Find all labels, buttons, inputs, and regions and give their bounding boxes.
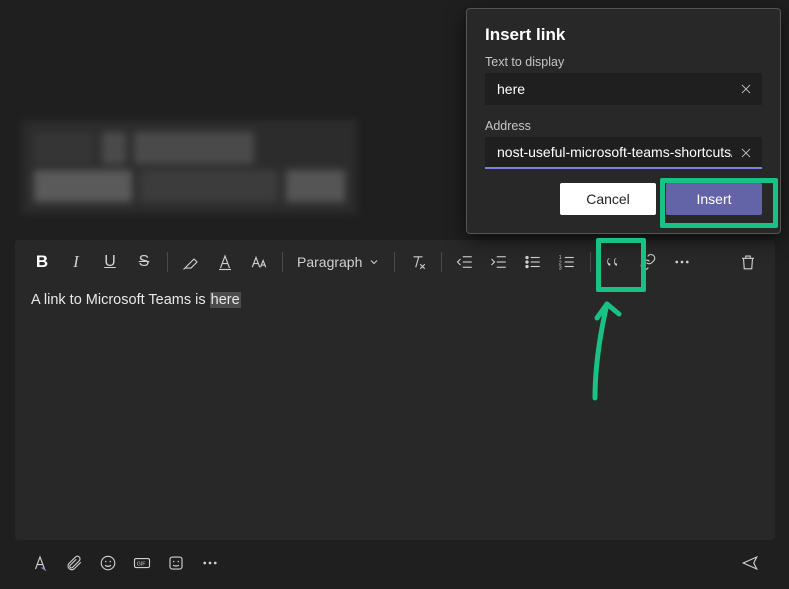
emoji-button[interactable] (93, 548, 123, 578)
svg-text:3: 3 (559, 266, 562, 272)
clear-formatting-button[interactable] (401, 245, 435, 279)
close-icon (739, 82, 753, 96)
editor-text: A link to Microsoft Teams is (31, 292, 210, 308)
chevron-down-icon (368, 256, 380, 268)
text-to-display-input[interactable] (485, 73, 762, 105)
format-icon (31, 554, 49, 572)
paragraph-label: Paragraph (297, 254, 362, 270)
sticker-icon (167, 554, 185, 572)
separator (394, 252, 395, 272)
separator (441, 252, 442, 272)
font-color-button[interactable] (208, 245, 242, 279)
chat-header-blurred (22, 120, 357, 214)
strikethrough-button[interactable]: S (127, 245, 161, 279)
delete-button[interactable] (731, 245, 765, 279)
compose-box: B I U S Paragraph (15, 240, 775, 540)
format-button[interactable] (25, 548, 55, 578)
font-size-button[interactable] (242, 245, 276, 279)
svg-text:GIF: GIF (137, 561, 146, 567)
more-options-button[interactable] (665, 245, 699, 279)
quote-button[interactable] (597, 245, 631, 279)
message-editor[interactable]: A link to Microsoft Teams is here (15, 284, 775, 540)
quote-icon (605, 253, 623, 271)
indent-button[interactable] (482, 245, 516, 279)
send-icon (741, 554, 759, 572)
numbered-list-icon: 123 (558, 253, 576, 271)
paragraph-dropdown[interactable]: Paragraph (289, 245, 388, 279)
dialog-actions: Cancel Insert (485, 183, 762, 215)
outdent-icon (456, 253, 474, 271)
formatting-toolbar: B I U S Paragraph (15, 240, 775, 284)
editor-selected-text: here (210, 292, 241, 308)
link-icon (639, 253, 657, 271)
paperclip-icon (65, 554, 83, 572)
insert-link-button[interactable] (631, 245, 665, 279)
more-actions-button[interactable] (195, 548, 225, 578)
bold-button[interactable]: B (25, 245, 59, 279)
text-to-display-field (485, 73, 762, 105)
insert-button[interactable]: Insert (666, 183, 762, 215)
indent-icon (490, 253, 508, 271)
dialog-title: Insert link (485, 25, 762, 45)
outdent-button[interactable] (448, 245, 482, 279)
emoji-icon (99, 554, 117, 572)
cancel-button[interactable]: Cancel (560, 183, 656, 215)
clear-text-button[interactable] (736, 79, 756, 99)
insert-link-dialog: Insert link Text to display Address Canc… (466, 8, 781, 234)
attach-button[interactable] (59, 548, 89, 578)
font-color-icon (216, 253, 234, 271)
italic-button[interactable]: I (59, 245, 93, 279)
font-size-icon (250, 253, 268, 271)
text-to-display-label: Text to display (485, 55, 762, 69)
address-label: Address (485, 119, 762, 133)
bulleted-list-button[interactable] (516, 245, 550, 279)
more-horizontal-icon (201, 554, 219, 572)
separator (590, 252, 591, 272)
separator (167, 252, 168, 272)
compose-actions: GIF (15, 543, 775, 583)
address-input[interactable] (485, 137, 762, 169)
separator (282, 252, 283, 272)
address-field (485, 137, 762, 169)
trash-icon (739, 253, 757, 271)
sticker-button[interactable] (161, 548, 191, 578)
bulleted-list-icon (524, 253, 542, 271)
send-button[interactable] (735, 548, 765, 578)
highlight-button[interactable] (174, 245, 208, 279)
more-horizontal-icon (673, 253, 691, 271)
close-icon (739, 146, 753, 160)
clear-formatting-icon (409, 253, 427, 271)
gif-icon: GIF (133, 554, 151, 572)
highlight-icon (182, 253, 200, 271)
numbered-list-button[interactable]: 123 (550, 245, 584, 279)
gif-button[interactable]: GIF (127, 548, 157, 578)
underline-button[interactable]: U (93, 245, 127, 279)
clear-address-button[interactable] (736, 143, 756, 163)
